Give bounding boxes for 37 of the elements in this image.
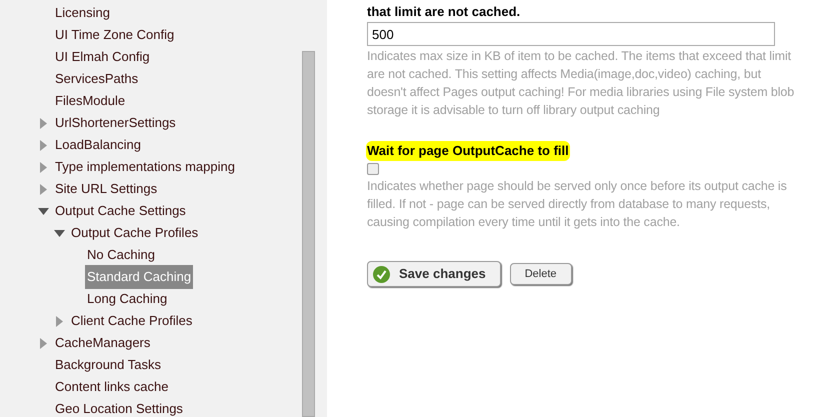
- tree-item[interactable]: Geo Location Settings: [53, 397, 185, 417]
- tree-item[interactable]: FilesModule: [53, 89, 128, 113]
- tree-item[interactable]: Site URL Settings: [53, 177, 160, 201]
- tree-item[interactable]: Output Cache Settings: [53, 199, 188, 223]
- scrollbar[interactable]: [302, 51, 315, 417]
- tree-item[interactable]: ServicesPaths: [53, 67, 140, 91]
- tree-item[interactable]: No Caching: [85, 243, 157, 267]
- tree-item[interactable]: Content links cache: [53, 375, 170, 399]
- tree-item[interactable]: Standard Caching: [85, 265, 194, 289]
- collapsed-arrow-icon[interactable]: [56, 316, 62, 326]
- expanded-arrow-icon[interactable]: [38, 208, 48, 214]
- tree-item[interactable]: Long Caching: [85, 287, 170, 311]
- check-icon: [373, 266, 390, 282]
- tree-item[interactable]: Type implementations mapping: [53, 155, 237, 179]
- expanded-arrow-icon[interactable]: [54, 230, 64, 236]
- delete-button[interactable]: Delete: [510, 263, 572, 285]
- checkbox[interactable]: [367, 163, 379, 175]
- collapsed-arrow-icon[interactable]: [40, 184, 46, 194]
- input-field[interactable]: 500: [367, 22, 775, 46]
- help-text: Indicates max size in KB of item to be cached. The items that exceed that limit are not cached. This setting affects Media(image,doc,video) caching, but doesn't affect Pages output caching! For media libraries using File system blob storage it is advisable to turn off library output caching: [367, 48, 796, 119]
- field-label: Wait for page OutputCache to fill: [366, 141, 570, 161]
- collapsed-arrow-icon[interactable]: [40, 338, 46, 348]
- collapsed-arrow-icon[interactable]: [40, 162, 46, 172]
- tree-item[interactable]: UrlShortenerSettings: [53, 111, 178, 135]
- save-button[interactable]: Save changes: [367, 261, 501, 287]
- tree-item[interactable]: Background Tasks: [53, 353, 163, 377]
- tree-item[interactable]: UI Time Zone Config: [53, 23, 176, 47]
- tree-item[interactable]: CacheManagers: [53, 331, 152, 355]
- collapsed-arrow-icon[interactable]: [40, 140, 46, 150]
- tree-item[interactable]: Licensing: [53, 1, 112, 25]
- help-text: Indicates whether page should be served only once before its output cache is filled. If not - page can be served directly from database to many requests, causing compilation every time until it gets into the cache.: [367, 178, 788, 231]
- tree-item[interactable]: Client Cache Profiles: [69, 309, 194, 333]
- tree-item[interactable]: UI Elmah Config: [53, 45, 152, 69]
- field-label: that limit are not cached.: [367, 3, 520, 22]
- tree-item[interactable]: Output Cache Profiles: [69, 221, 200, 245]
- collapsed-arrow-icon[interactable]: [40, 118, 46, 128]
- tree-item[interactable]: LoadBalancing: [53, 133, 144, 157]
